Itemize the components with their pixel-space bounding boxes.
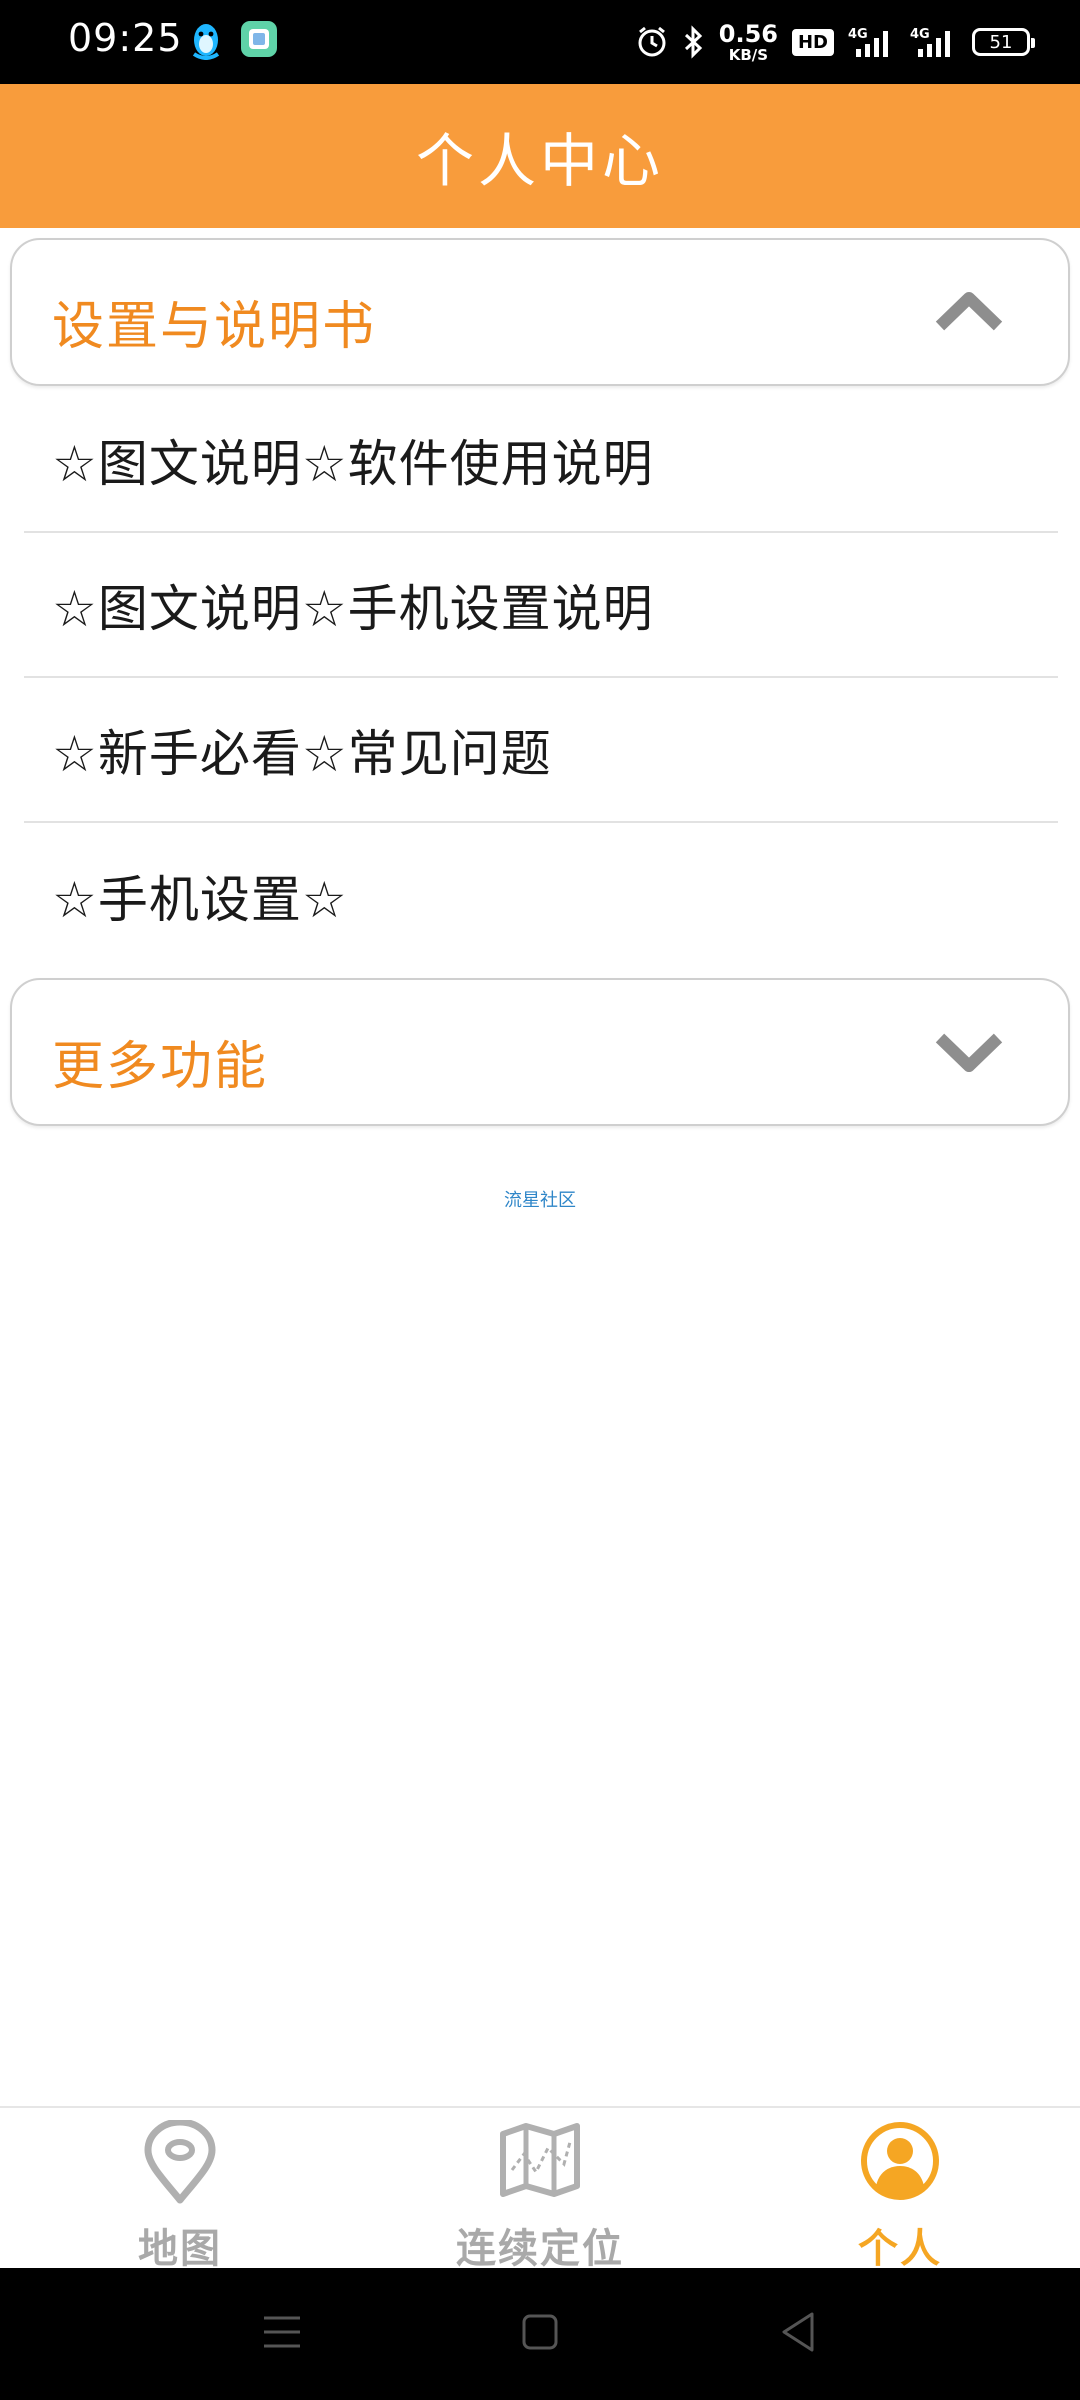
section-title-settings: 设置与说明书: [52, 297, 377, 357]
section-header-more[interactable]: 更多功能: [10, 978, 1070, 1126]
battery-level: 51: [989, 31, 1013, 53]
page-title: 个人中心: [415, 127, 664, 195]
home-icon[interactable]: [522, 2308, 558, 2356]
chevron-down-icon: [935, 1033, 1003, 1072]
signal-4g-icon: 4G: [848, 27, 888, 57]
tab-label-continuous-location: 连续定位: [456, 2226, 624, 2272]
menu-icon[interactable]: [262, 2308, 302, 2356]
map-pin-icon: [144, 2120, 216, 2204]
network-speed-unit: KB/S: [728, 45, 769, 64]
status-icons: 0.56 KB/S HD 4G 4G 51: [635, 18, 1035, 66]
status-time: 09:25: [68, 16, 183, 60]
hd-badge: HD: [791, 28, 834, 56]
qq-penguin-icon: [192, 24, 220, 60]
network-speed-value: 0.56: [718, 19, 778, 48]
app-header: 个人中心: [0, 84, 1080, 228]
tab-label-map: 地图: [138, 2226, 222, 2272]
section-header-settings[interactable]: 设置与说明书: [10, 238, 1070, 386]
alarm-icon: [638, 26, 666, 57]
bluetooth-icon: [684, 25, 702, 59]
app-notification-icon: [241, 21, 277, 57]
settings-list: ☆图文说明☆软件使用说明 ☆图文说明☆手机设置说明 ☆新手必看☆常见问题 ☆手机…: [24, 388, 1058, 968]
network-speed: 0.56 KB/S: [719, 22, 778, 63]
tab-map[interactable]: 地图: [0, 2108, 360, 2272]
signal-4g-icon-2: 4G: [910, 27, 950, 57]
folded-map-icon: [500, 2123, 580, 2197]
list-item-phone-settings-guide[interactable]: ☆图文说明☆手机设置说明: [24, 533, 1058, 678]
tab-label-personal: 个人: [858, 2226, 942, 2272]
screen: 09:25 0.56 KB/S HD 4G 4G 51 个人中心 设置与说明书 …: [0, 0, 1080, 2400]
list-item-software-guide[interactable]: ☆图文说明☆软件使用说明: [24, 388, 1058, 533]
bottom-tab-bar: 地图 连续定位 个人: [0, 2106, 1080, 2272]
list-item-faq[interactable]: ☆新手必看☆常见问题: [24, 678, 1058, 823]
signal-label-2: 4G: [910, 27, 930, 42]
section-title-more: 更多功能: [52, 1037, 269, 1097]
community-link[interactable]: 流星社区: [0, 1186, 1080, 1212]
person-icon: [861, 2122, 939, 2200]
status-bar: 09:25 0.56 KB/S HD 4G 4G 51: [0, 0, 1080, 84]
chevron-up-icon: [935, 292, 1003, 331]
back-icon[interactable]: [780, 2308, 816, 2356]
tab-personal[interactable]: 个人: [720, 2108, 1080, 2272]
system-nav-bar: [0, 2268, 1080, 2400]
battery-icon: 51: [972, 28, 1035, 56]
signal-label: 4G: [848, 27, 868, 42]
list-item-phone-settings[interactable]: ☆手机设置☆: [24, 823, 1058, 968]
tab-continuous-location[interactable]: 连续定位: [360, 2108, 720, 2272]
